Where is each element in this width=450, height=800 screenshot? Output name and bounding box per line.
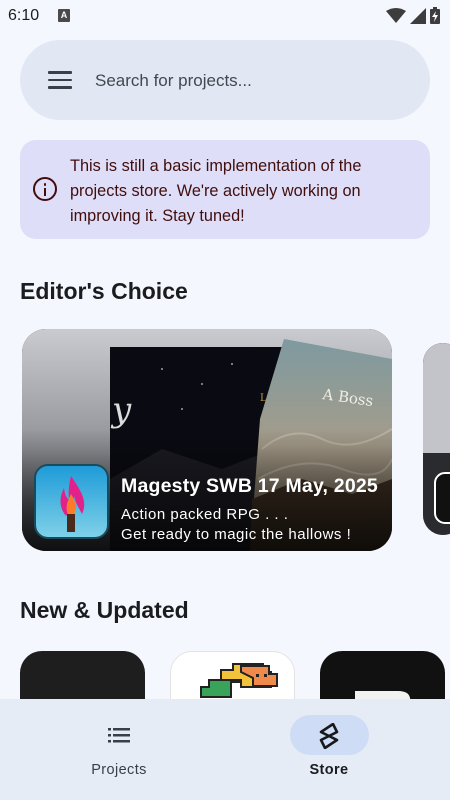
battery-icon (430, 7, 440, 24)
store-logo-icon (319, 723, 339, 749)
nav-label-projects: Projects (91, 762, 147, 778)
nav-label-store: Store (309, 762, 349, 778)
list-icon (108, 728, 130, 743)
next-featured-card[interactable] (423, 343, 450, 535)
info-icon (33, 177, 57, 201)
signal-icon (410, 7, 426, 24)
featured-project-description: Action packed RPG . . . Get ready to mag… (121, 506, 352, 543)
info-banner-text: This is still a basic implementation of … (70, 157, 362, 225)
featured-app-icon (34, 464, 109, 539)
wifi-icon (386, 7, 406, 23)
status-time: 6:10 (8, 7, 40, 24)
featured-project-card[interactable]: y Le A Boss Magesty SWB 17 May, 2025 Act… (22, 329, 392, 551)
editors-choice-title: Editor's Choice (20, 278, 188, 304)
info-banner: This is still a basic implementation of … (20, 140, 430, 239)
search-bar[interactable]: Search for projects... (20, 40, 430, 120)
nav-item-projects[interactable]: Projects (49, 699, 189, 800)
menu-icon[interactable] (48, 71, 72, 89)
nav-item-store[interactable]: Store (259, 699, 399, 800)
bottom-navigation: Projects Store (0, 699, 450, 800)
featured-project-title: Magesty SWB 17 May, 2025 (121, 475, 378, 497)
new-updated-title: New & Updated (20, 597, 189, 623)
search-input[interactable]: Search for projects... (95, 71, 252, 91)
status-bar: 6:10 A (0, 0, 450, 32)
notification-icon: A (58, 9, 70, 22)
